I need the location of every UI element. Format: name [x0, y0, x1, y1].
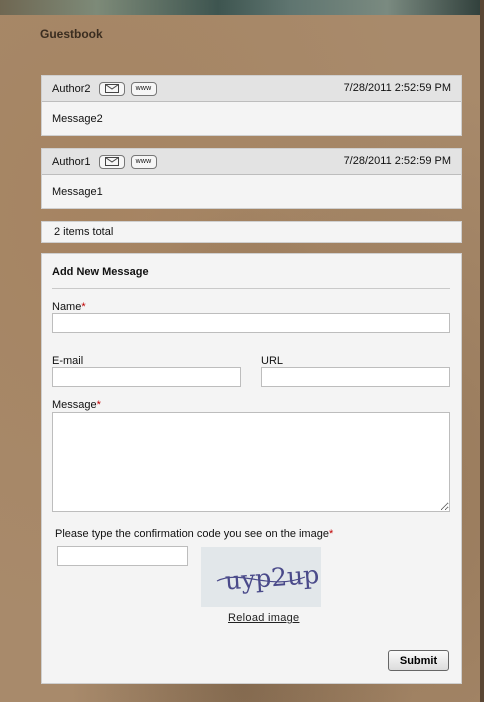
email-label: E-mail — [52, 355, 84, 367]
reload-image-link[interactable]: Reload image — [228, 612, 299, 624]
website-icon[interactable]: www — [130, 154, 157, 169]
name-label-text: Name — [52, 301, 82, 313]
required-marker: * — [96, 399, 101, 411]
header-banner — [0, 0, 484, 15]
email-input[interactable] — [52, 367, 241, 387]
entry-header: Author1 www 7/28/2011 2:52:59 PM — [42, 149, 461, 175]
captcha-image: uyp2up — [201, 547, 321, 607]
entry-author: Author2 — [52, 82, 91, 95]
email-icon[interactable] — [98, 154, 125, 169]
required-marker: * — [328, 528, 334, 540]
message-textarea[interactable] — [52, 412, 450, 512]
captcha-prompt: Please type the confirmation code you se… — [55, 528, 333, 540]
submit-button[interactable]: Submit — [388, 650, 449, 671]
entry-date: 7/28/2011 2:52:59 PM — [343, 155, 451, 167]
captcha-input[interactable] — [57, 546, 188, 566]
url-input[interactable] — [261, 367, 450, 387]
message-label-text: Message — [52, 399, 97, 411]
captcha-prompt-text: Please type the confirmation code you se… — [55, 528, 329, 540]
email-icon[interactable] — [98, 81, 125, 96]
name-label: Name* — [52, 301, 86, 313]
entry-message: Message1 — [52, 185, 103, 198]
items-total: 2 items total — [41, 221, 462, 243]
entry-header: Author2 www 7/28/2011 2:52:59 PM — [42, 76, 461, 102]
entry-date: 7/28/2011 2:52:59 PM — [343, 82, 451, 94]
page-title: Guestbook — [40, 27, 103, 41]
form-title: Add New Message — [52, 266, 149, 278]
url-label: URL — [261, 355, 284, 367]
required-marker: * — [81, 301, 86, 313]
name-input[interactable] — [52, 313, 450, 333]
guestbook-entry: Author1 www 7/28/2011 2:52:59 PM Message… — [41, 148, 462, 209]
form-divider — [52, 288, 450, 289]
website-icon[interactable]: www — [130, 81, 157, 96]
guestbook-entry: Author2 www 7/28/2011 2:52:59 PM Message… — [41, 75, 462, 136]
message-label: Message* — [52, 399, 101, 411]
entry-author: Author1 — [52, 155, 91, 168]
items-total-text: 2 items total — [54, 226, 114, 238]
add-message-form: Add New Message Name* E-mail URL Message… — [41, 253, 462, 684]
entry-message: Message2 — [52, 112, 103, 125]
page-edge — [480, 0, 484, 702]
